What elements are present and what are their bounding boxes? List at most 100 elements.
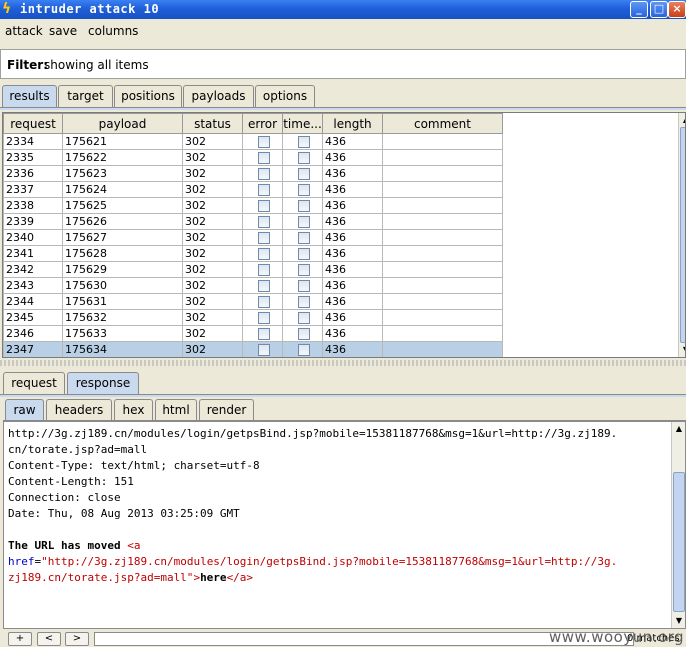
response-header-line: cn/torate.jsp?ad=mall	[8, 443, 148, 456]
col-header-payload[interactable]: payload	[62, 113, 183, 134]
scroll-up-arrow-icon[interactable]: ▲	[672, 422, 685, 436]
table-row[interactable]: 2337 175624 302 436	[3, 181, 503, 198]
checkbox	[257, 328, 270, 340]
col-header-request[interactable]: request	[3, 113, 63, 134]
response-scrollbar[interactable]: ▲ ▼	[671, 422, 685, 628]
cell-comment	[382, 149, 503, 166]
tab-strip	[0, 107, 686, 110]
col-header-length[interactable]: length	[322, 113, 383, 134]
lightning-icon: ϟ	[2, 1, 12, 17]
cell-timeout	[282, 165, 323, 182]
scroll-up-arrow-icon[interactable]: ▲	[679, 113, 685, 127]
cell-timeout	[282, 245, 323, 262]
cell-error	[242, 165, 283, 182]
href-value: "http://3g.zj189.cn/modules/login/getpsB…	[41, 555, 618, 568]
cell-length: 436	[322, 165, 383, 182]
table-row[interactable]: 2346 175633 302 436	[3, 325, 503, 342]
filter-bar[interactable]: Filter: showing all items	[0, 49, 686, 79]
table-row[interactable]: 2344 175631 302 436	[3, 293, 503, 310]
checkbox	[257, 184, 270, 196]
scroll-down-arrow-icon[interactable]: ▼	[672, 614, 685, 628]
scroll-thumb[interactable]	[680, 127, 685, 343]
table-row[interactable]: 2343 175630 302 436	[3, 277, 503, 294]
cell-length: 436	[322, 245, 383, 262]
table-row[interactable]: 2335 175622 302 436	[3, 149, 503, 166]
menu-columns[interactable]: columns	[88, 24, 138, 38]
tab-hex[interactable]: hex	[114, 399, 153, 421]
cell-request: 2340	[3, 229, 63, 246]
minimize-button[interactable]: _	[630, 1, 648, 18]
checkbox	[257, 344, 270, 356]
watermark-text: www.wooyun.org	[549, 628, 685, 646]
href-value-cont: zj189.cn/torate.jsp?ad=mall"	[8, 571, 194, 584]
tab-headers[interactable]: headers	[46, 399, 112, 421]
cell-comment	[382, 325, 503, 342]
tab-raw[interactable]: raw	[5, 399, 44, 421]
response-text-area[interactable]: http://3g.zj189.cn/modules/login/getpsBi…	[3, 421, 686, 629]
table-row[interactable]: 2334 175621 302 436	[3, 133, 503, 150]
checkbox	[257, 296, 270, 308]
tab-options[interactable]: options	[255, 85, 315, 107]
cell-status: 302	[182, 149, 243, 166]
cell-status: 302	[182, 293, 243, 310]
cell-request: 2341	[3, 245, 63, 262]
cell-payload: 175622	[62, 149, 183, 166]
tab-results[interactable]: results	[2, 85, 57, 107]
menu-attack[interactable]: attack	[5, 24, 43, 38]
cell-request: 2347	[3, 341, 63, 357]
cell-payload: 175625	[62, 197, 183, 214]
href-attribute: href	[8, 555, 35, 568]
tab-render[interactable]: render	[199, 399, 254, 421]
split-pane-divider[interactable]	[0, 360, 686, 366]
table-row[interactable]: 2341 175628 302 436	[3, 245, 503, 262]
col-header-status[interactable]: status	[182, 113, 243, 134]
col-header-error[interactable]: error	[242, 113, 283, 134]
cell-length: 436	[322, 181, 383, 198]
table-row[interactable]: 2338 175625 302 436	[3, 197, 503, 214]
cell-error	[242, 293, 283, 310]
next-button[interactable]: >	[65, 632, 89, 646]
cell-timeout	[282, 293, 323, 310]
cell-error	[242, 181, 283, 198]
checkbox	[257, 248, 270, 260]
cell-error	[242, 325, 283, 342]
cell-timeout	[282, 197, 323, 214]
cell-length: 436	[322, 341, 383, 357]
checkbox	[297, 312, 310, 324]
checkbox	[257, 264, 270, 276]
cell-request: 2343	[3, 277, 63, 294]
previous-button[interactable]: <	[37, 632, 61, 646]
table-row[interactable]: 2340 175627 302 436	[3, 229, 503, 246]
cell-payload: 175628	[62, 245, 183, 262]
tab-request[interactable]: request	[3, 372, 65, 394]
table-row[interactable]: 2347 175634 302 436	[3, 341, 503, 357]
table-row[interactable]: 2342 175629 302 436	[3, 261, 503, 278]
cell-error	[242, 197, 283, 214]
results-scrollbar[interactable]: ▲ ▼	[678, 113, 685, 357]
maximize-button[interactable]: □	[650, 1, 668, 18]
cell-error	[242, 341, 283, 357]
col-header-timeout[interactable]: time...	[282, 113, 323, 134]
cell-comment	[382, 197, 503, 214]
cell-status: 302	[182, 213, 243, 230]
col-header-comment[interactable]: comment	[382, 113, 503, 134]
add-button[interactable]: +	[8, 632, 32, 646]
table-row[interactable]: 2336 175623 302 436	[3, 165, 503, 182]
cell-payload: 175630	[62, 277, 183, 294]
cell-comment	[382, 261, 503, 278]
table-row[interactable]: 2339 175626 302 436	[3, 213, 503, 230]
cell-status: 302	[182, 277, 243, 294]
table-row[interactable]: 2345 175632 302 436	[3, 309, 503, 326]
tab-html[interactable]: html	[155, 399, 197, 421]
tab-response[interactable]: response	[67, 372, 139, 394]
tab-target[interactable]: target	[58, 85, 113, 107]
scroll-down-arrow-icon[interactable]: ▼	[679, 343, 685, 357]
menu-save[interactable]: save	[49, 24, 77, 38]
window-title: intruder attack 10	[20, 2, 160, 16]
tab-payloads[interactable]: payloads	[183, 85, 254, 107]
scroll-thumb[interactable]	[673, 472, 685, 612]
tab-positions[interactable]: positions	[114, 85, 182, 107]
close-button[interactable]: ×	[668, 1, 686, 18]
cell-timeout	[282, 325, 323, 342]
cell-comment	[382, 341, 503, 357]
